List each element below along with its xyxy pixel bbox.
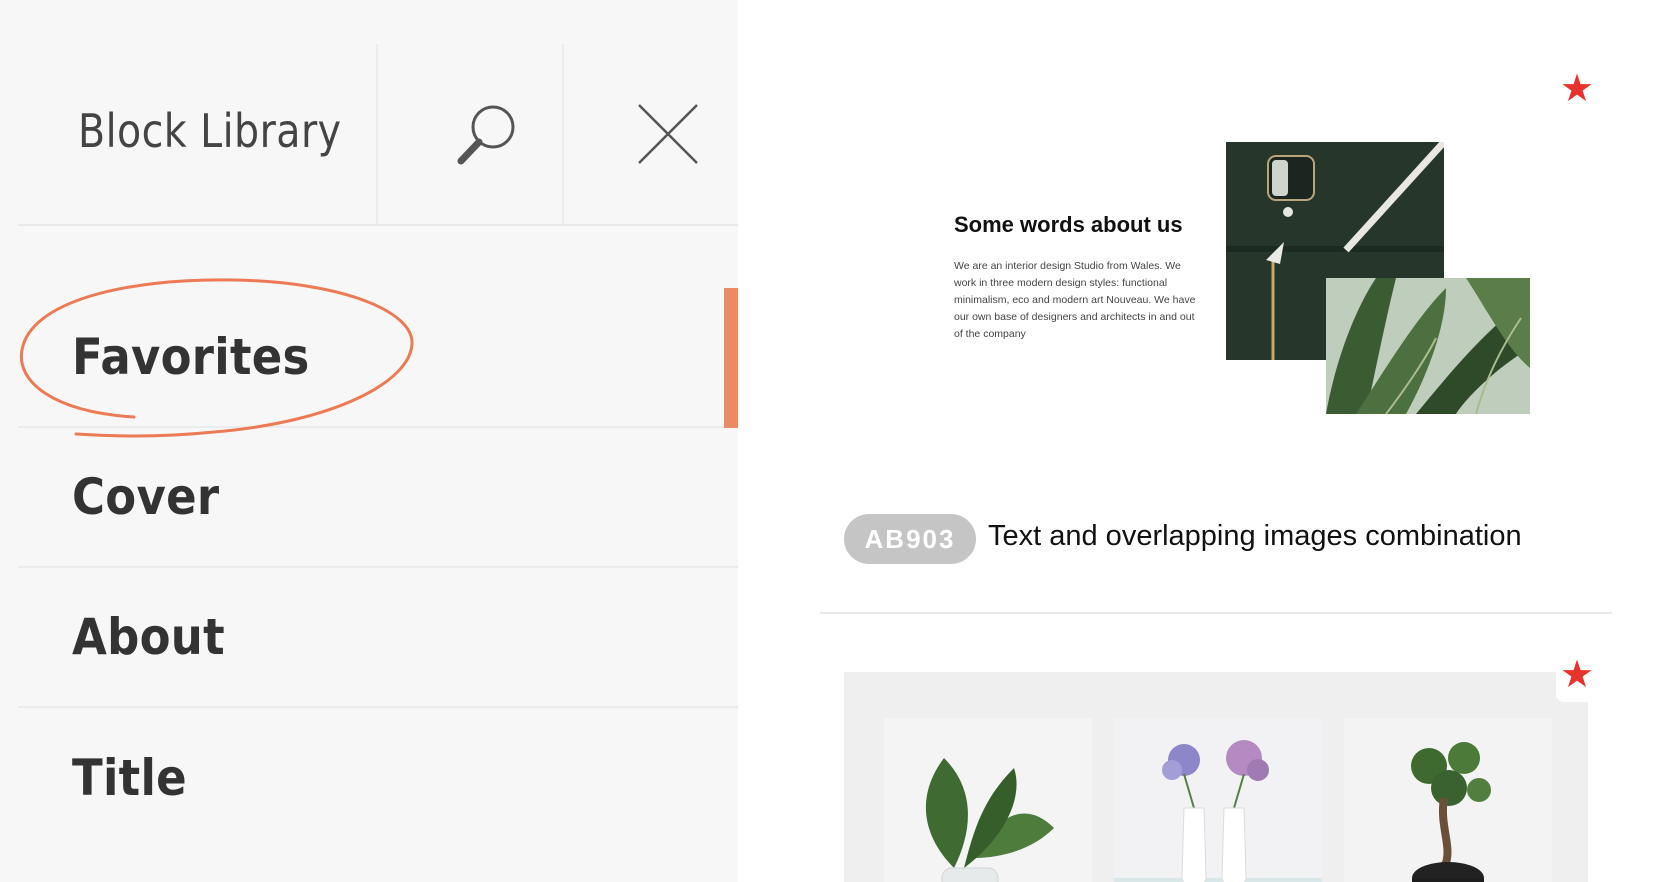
card-divider <box>820 612 1612 614</box>
block-preview-list: ★ Some words about us We are an interior… <box>738 0 1680 882</box>
preview-image-leaves <box>1326 278 1530 414</box>
favorite-star-icon[interactable]: ★ <box>1560 656 1594 694</box>
favorite-star-icon[interactable]: ★ <box>1560 70 1594 108</box>
preview-image-leaf-vase <box>884 718 1092 882</box>
menu-item-cover[interactable]: Cover <box>18 428 738 568</box>
block-title: Text and overlapping images combination <box>988 520 1522 552</box>
menu-item-about[interactable]: About <box>18 568 738 708</box>
preview-image-bonsai <box>1344 718 1552 882</box>
close-button[interactable] <box>608 84 728 184</box>
search-button[interactable] <box>428 84 548 184</box>
active-indicator <box>724 288 738 428</box>
sidebar-header: Block Library <box>18 44 738 226</box>
menu-item-favorites[interactable]: Favorites <box>18 288 738 428</box>
preview-image-flowers-vases <box>1114 718 1322 882</box>
menu-item-label: Title <box>72 749 187 807</box>
header-divider <box>562 44 564 226</box>
category-menu: Favorites Cover About Title <box>18 288 738 848</box>
header-divider <box>376 44 378 226</box>
panel-title: Block Library <box>78 104 342 158</box>
menu-item-label: About <box>72 608 225 666</box>
block-card[interactable] <box>844 672 1588 882</box>
block-code-badge: AB903 <box>844 514 976 564</box>
menu-item-label: Favorites <box>72 328 310 386</box>
search-icon <box>457 105 515 165</box>
menu-item-label: Cover <box>72 468 220 526</box>
block-library-sidebar: Block Library Favorites Cover About Titl… <box>0 0 738 882</box>
preview-paragraph: We are an interior design Studio from Wa… <box>954 260 1196 340</box>
block-card[interactable]: ★ Some words about us We are an interior… <box>738 0 1680 614</box>
menu-item-title[interactable]: Title <box>18 708 738 848</box>
preview-heading: Some words about us <box>954 212 1183 237</box>
close-icon <box>638 104 698 164</box>
